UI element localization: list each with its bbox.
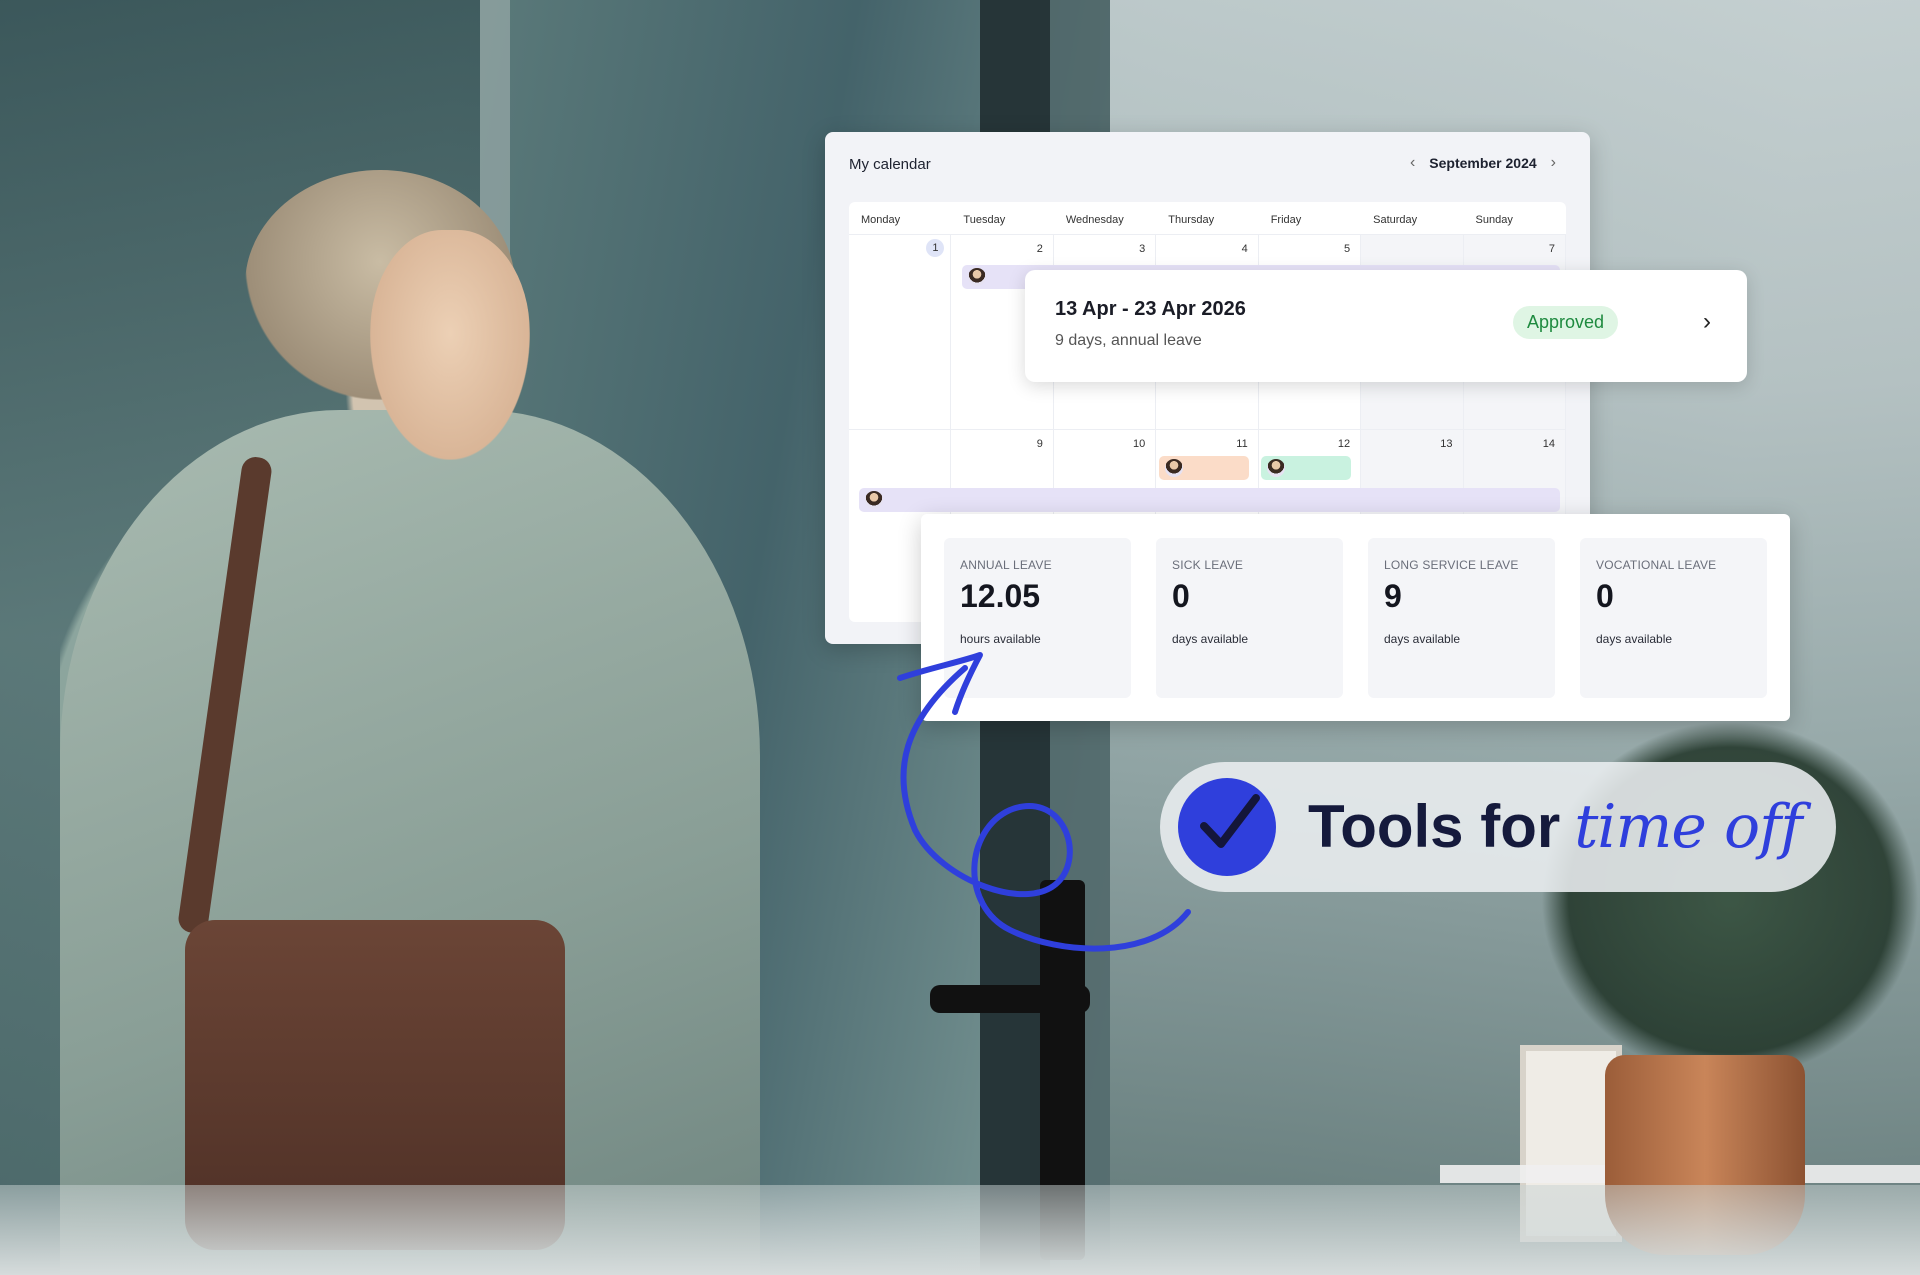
- tagline-text: Tools for time off: [1308, 792, 1803, 862]
- tagline-pill: Tools for time off: [1160, 762, 1836, 892]
- tagline-script: time off: [1574, 792, 1802, 862]
- curved-arrow-icon: [897, 652, 1191, 952]
- tagline-main: Tools for: [1308, 793, 1561, 860]
- check-circle-icon: [1178, 778, 1276, 876]
